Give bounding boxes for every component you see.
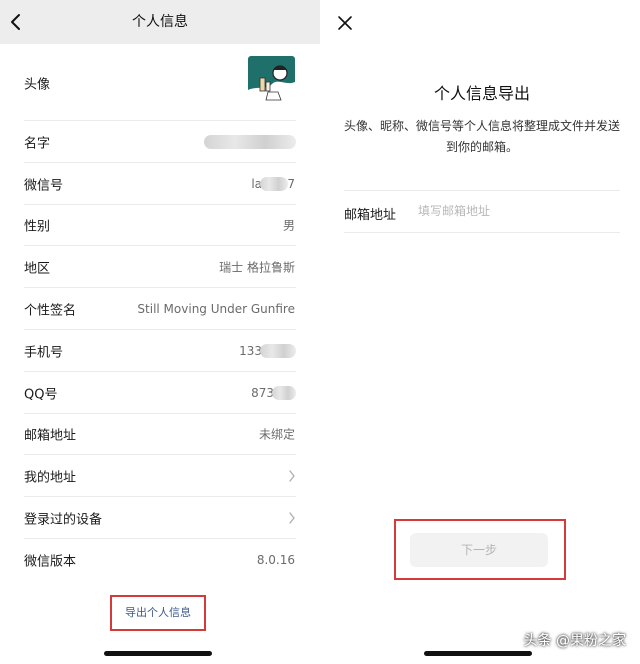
email-value: 未绑定 (258, 427, 295, 442)
row-label-wechat-version: 微信版本 (24, 554, 77, 570)
row-label-wechat-id: 微信号 (24, 178, 64, 194)
row-avatar[interactable]: 头像 (0, 44, 320, 121)
row-label-avatar: 头像 (24, 77, 51, 92)
row-wechat-id[interactable]: 微信号 la 7 (0, 163, 320, 205)
export-highlight-box: 导出个人信息 (110, 595, 206, 631)
avatar[interactable] (248, 56, 295, 103)
chevron-right-icon (289, 512, 295, 524)
qq-visible-start: 873 (251, 385, 274, 400)
row-gender[interactable]: 性别 男 (0, 205, 320, 247)
signature-value: Still Moving Under Gunfire (137, 302, 295, 317)
blurred-wechat-id (260, 176, 288, 191)
home-indicator (104, 651, 212, 656)
export-description: 头像、昵称、微信号等个人信息将整理成文件并发送到你的邮箱。 (344, 119, 621, 154)
row-email[interactable]: 邮箱地址 未绑定 (0, 414, 320, 456)
row-label-my-address: 我的地址 (24, 470, 77, 486)
email-field-label: 邮箱地址 (344, 208, 397, 223)
wechat-version-value: 8.0.16 (256, 552, 295, 567)
home-indicator (424, 651, 532, 656)
row-login-devices[interactable]: 登录过的设备 (0, 497, 320, 539)
nav-bar: 个人信息 (0, 0, 320, 44)
avatar-image (248, 56, 295, 103)
row-label-signature: 个性签名 (24, 303, 77, 319)
row-my-address[interactable]: 我的地址 (0, 455, 320, 497)
export-personal-info-link[interactable]: 导出个人信息 (112, 597, 204, 629)
info-list: 头像 名字 微信号 la 7 性别 男 地区 瑞士 格拉鲁斯 个性签名 Stil… (0, 44, 320, 581)
phone-visible-start: 133 (239, 343, 262, 358)
blurred-phone (260, 343, 296, 358)
row-label-phone: 手机号 (24, 345, 64, 361)
chevron-right-icon (289, 470, 295, 482)
row-label-region: 地区 (24, 261, 51, 277)
row-label-name: 名字 (24, 136, 51, 152)
row-label-email: 邮箱地址 (24, 428, 77, 444)
wechat-id-visible-end: 7 (287, 176, 295, 191)
row-wechat-version: 微信版本 8.0.16 (0, 539, 320, 581)
row-region[interactable]: 地区 瑞士 格拉鲁斯 (0, 246, 320, 288)
row-signature[interactable]: 个性签名 Still Moving Under Gunfire (0, 288, 320, 330)
email-field[interactable] (418, 200, 608, 222)
row-label-gender: 性别 (24, 219, 51, 235)
row-qq[interactable]: QQ号 873 (0, 372, 320, 414)
blurred-name-value (204, 134, 296, 149)
page-title: 个人信息 (132, 14, 188, 30)
row-label-login-devices: 登录过的设备 (24, 512, 103, 528)
next-step-button[interactable]: 下一步 (410, 533, 548, 567)
region-value: 瑞士 格拉鲁斯 (219, 260, 295, 275)
divider-top (344, 190, 620, 191)
row-phone[interactable]: 手机号 133 (0, 330, 320, 372)
watermark: 头条 @果粉之家 (523, 633, 626, 649)
gender-value: 男 (282, 218, 295, 233)
row-label-qq: QQ号 (24, 387, 58, 403)
next-highlight-box: 下一步 (394, 519, 566, 580)
export-title: 个人信息导出 (433, 84, 530, 103)
divider-bottom (344, 232, 620, 233)
personal-info-screen: 个人信息 头像 名字 微信号 la 7 性别 男 地区 瑞士 格拉鲁斯 个性签名… (0, 0, 320, 664)
row-name[interactable]: 名字 (0, 121, 320, 163)
export-info-screen: 个人信息导出 头像、昵称、微信号等个人信息将整理成文件并发送到你的邮箱。 邮箱地… (324, 0, 640, 664)
blurred-qq (272, 385, 296, 400)
close-icon[interactable] (336, 14, 354, 32)
